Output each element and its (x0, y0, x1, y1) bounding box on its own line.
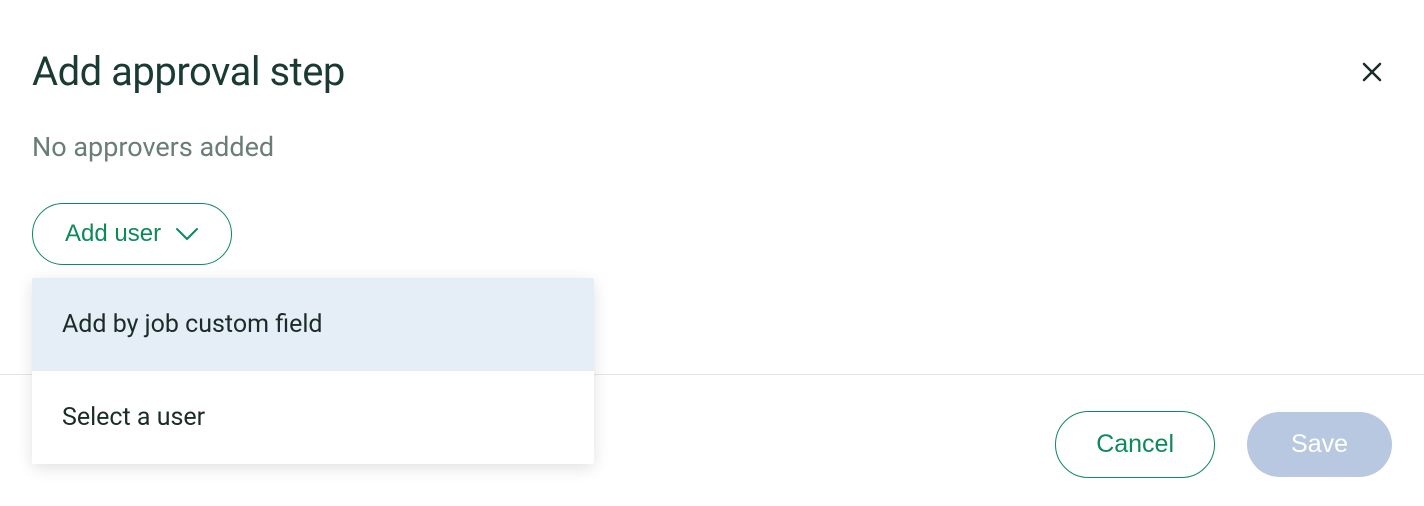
close-button[interactable] (1352, 52, 1392, 92)
save-button[interactable]: Save (1247, 412, 1392, 477)
add-user-button[interactable]: Add user (32, 203, 232, 265)
dialog-header: Add approval step (0, 0, 1424, 95)
dialog-title: Add approval step (32, 48, 345, 95)
add-user-section: Add user Add by job custom field Select … (0, 163, 1424, 265)
dialog-footer: Cancel Save (1055, 411, 1392, 478)
cancel-button[interactable]: Cancel (1055, 411, 1215, 478)
dropdown-option-select-a-user[interactable]: Select a user (32, 371, 594, 464)
close-icon (1360, 60, 1384, 84)
add-user-label: Add user (65, 220, 161, 248)
chevron-down-icon (175, 227, 199, 241)
no-approvers-text: No approvers added (0, 95, 1424, 163)
add-user-dropdown: Add by job custom field Select a user (32, 278, 594, 464)
dropdown-option-add-by-job-custom-field[interactable]: Add by job custom field (32, 278, 594, 371)
